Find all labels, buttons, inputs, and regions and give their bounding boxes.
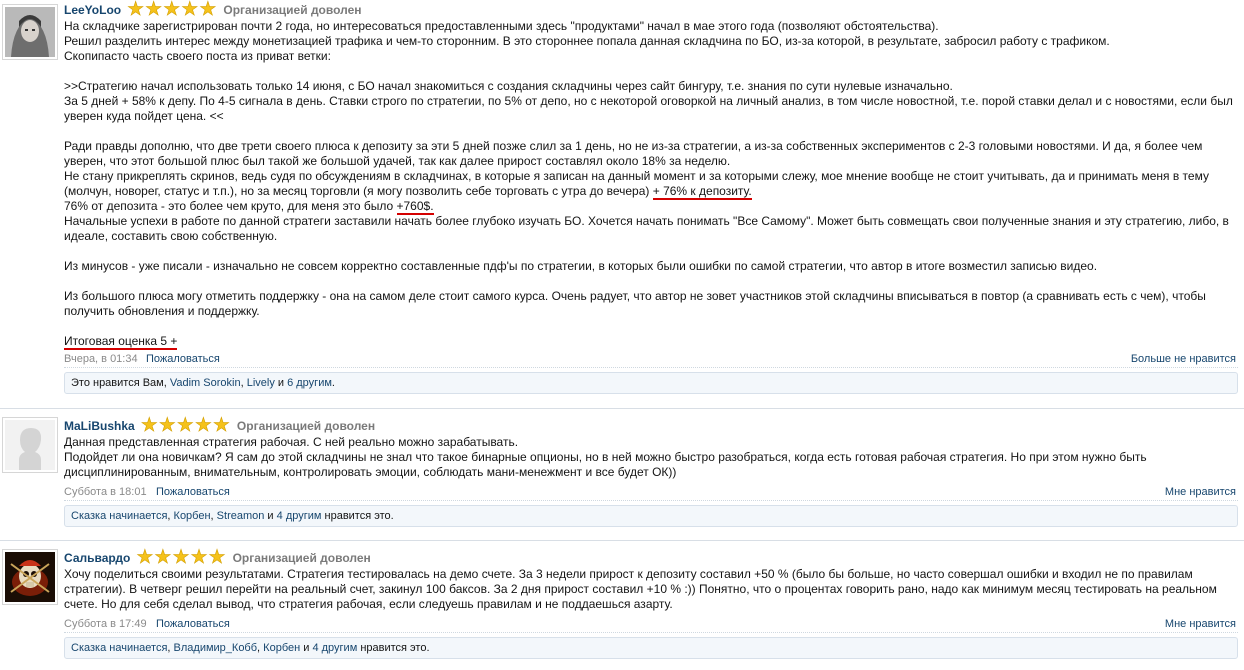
star-icon: ★ <box>176 415 194 436</box>
post-paragraph: Данная представленная стратегия рабочая.… <box>64 435 519 449</box>
username-link[interactable]: LeeYoLoo <box>64 3 121 17</box>
post-paragraph: Из минусов - уже писали - изначально не … <box>64 259 1098 273</box>
liker-link[interactable]: Vadim Sorokin <box>170 377 241 389</box>
post-date[interactable]: Суббота в 18:01 <box>64 486 147 498</box>
post-divider <box>0 408 1244 409</box>
report-link[interactable]: Пожаловаться <box>146 353 220 365</box>
avatar[interactable] <box>2 4 58 60</box>
post-paragraph: Из большого плюса могу отметить поддержк… <box>64 289 1206 318</box>
post-paragraph: Начальные успехи в работе по данной стра… <box>64 214 1229 243</box>
post-body: Данная представленная стратегия рабочая.… <box>64 435 1238 480</box>
star-icon: ★ <box>136 547 154 568</box>
highlighted-result: +760$. <box>396 199 434 215</box>
rating-label: Организацией доволен <box>236 419 376 433</box>
post-paragraph: Итоговая оценка 5 + <box>64 334 1238 350</box>
username-link[interactable]: Сальвардо <box>64 551 130 565</box>
rating-label: Организацией доволен <box>232 551 371 565</box>
report-link[interactable]: Пожаловаться <box>156 486 230 498</box>
others-link[interactable]: 4 другим <box>312 642 357 654</box>
liker-link[interactable]: Корбен <box>263 642 300 654</box>
like-link[interactable]: Мне нравится <box>1165 486 1236 498</box>
star-icon: ★ <box>190 547 208 568</box>
star-icon: ★ <box>199 0 217 20</box>
likes-summary: Сказка начинается, Корбен, Streamon и 4 … <box>64 505 1238 527</box>
post-body: На складчике зарегистрирован почти 2 год… <box>64 19 1238 350</box>
post-paragraph: Решил разделить интерес между монетизаци… <box>64 34 1110 48</box>
highlighted-result: + 76% к депозиту. <box>652 184 752 200</box>
post-meta: Суббота в 18:01 Пожаловаться Мне нравитс… <box>64 484 1238 501</box>
star-icon: ★ <box>145 0 163 20</box>
avatar[interactable] <box>2 417 58 473</box>
post-body: Хочу поделиться своими результатами. Стр… <box>64 567 1238 612</box>
post-paragraph: За 5 дней + 58% к депу. По 4-5 сигнала в… <box>64 94 1233 123</box>
liker-link[interactable]: Владимир_Кобб <box>174 642 258 654</box>
likes-summary: Сказка начинается, Владимир_Кобб, Корбен… <box>64 637 1238 659</box>
default-avatar-icon <box>5 420 55 470</box>
post-paragraph: Не стану прикреплять скринов, ведь судя … <box>64 169 1209 200</box>
liker-link[interactable]: Lively <box>247 377 275 389</box>
star-icon: ★ <box>172 547 190 568</box>
star-icon: ★ <box>154 547 172 568</box>
liker-link[interactable]: Streamon <box>217 510 265 522</box>
post-paragraph: >>Стратегию начал использовать только 14… <box>64 79 953 93</box>
avatar[interactable] <box>2 549 58 605</box>
unlike-link[interactable]: Больше не нравится <box>1131 353 1236 365</box>
star-icon: ★ <box>163 0 181 20</box>
rating-label: Организацией доволен <box>223 3 362 17</box>
post-paragraph: Ради правды дополню, что две трети своег… <box>64 139 1203 168</box>
post-meta: Вчера, в 01:34 Пожаловаться Больше не нр… <box>64 351 1238 368</box>
post-meta: Суббота в 17:49 Пожаловаться Мне нравитс… <box>64 616 1238 633</box>
likes-summary: Это нравится Вам, Vadim Sorokin, Lively … <box>64 372 1238 394</box>
rating-stars: ★ ★ ★ ★ ★ <box>140 415 231 436</box>
others-link[interactable]: 4 другим <box>277 510 322 522</box>
avatar-image <box>5 7 55 57</box>
post-paragraph: Хочу поделиться своими результатами. Стр… <box>64 567 1217 611</box>
star-icon: ★ <box>194 415 213 436</box>
post-paragraph: 76% от депозита - это более чем круто, д… <box>64 199 434 215</box>
star-icon: ★ <box>181 0 199 20</box>
liker-link[interactable]: Сказка начинается <box>71 642 167 654</box>
rating-stars: ★ ★ ★ ★ ★ <box>127 0 217 20</box>
report-link[interactable]: Пожаловаться <box>156 618 230 630</box>
liker-link[interactable]: Сказка начинается <box>71 510 167 522</box>
post-paragraph: На складчике зарегистрирован почти 2 год… <box>64 19 939 33</box>
skull-avatar-icon <box>5 552 55 602</box>
rating-stars: ★ ★ ★ ★ ★ <box>136 547 226 568</box>
liker-link[interactable]: Корбен <box>174 510 211 522</box>
post-paragraph: Подойдет ли она новичкам? Я сам до этой … <box>64 450 1147 479</box>
star-icon: ★ <box>127 0 145 20</box>
star-icon: ★ <box>212 415 231 436</box>
post-divider <box>0 540 1244 541</box>
like-link[interactable]: Мне нравится <box>1165 618 1236 630</box>
star-icon: ★ <box>158 415 176 436</box>
final-rating-text: Итоговая оценка 5 + <box>64 334 178 350</box>
post-paragraph: Скопипасто часть своего поста из приват … <box>64 49 331 63</box>
star-icon: ★ <box>208 547 226 568</box>
others-link[interactable]: 6 другим <box>287 377 332 389</box>
post-date[interactable]: Суббота в 17:49 <box>64 618 147 630</box>
star-icon: ★ <box>140 415 158 436</box>
username-link[interactable]: MaLiBushka <box>64 419 135 433</box>
post-date[interactable]: Вчера, в 01:34 <box>64 353 138 365</box>
